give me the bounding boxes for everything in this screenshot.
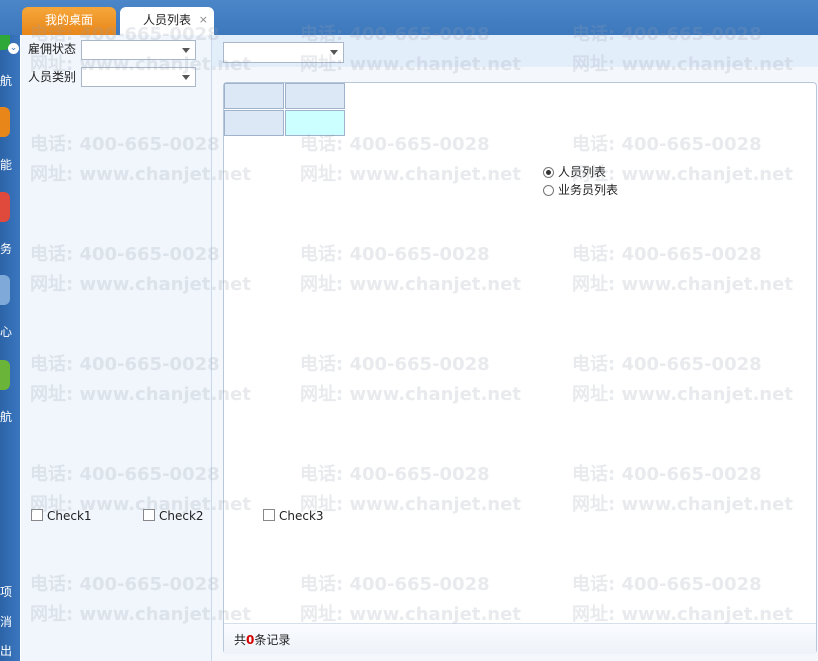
checkbox-check1[interactable]: Check1 xyxy=(31,509,92,523)
record-count-bar: 共0条记录 xyxy=(224,623,816,654)
left-navigation: ⌄ 航 能 务 心 航 项 消 出 xyxy=(0,0,20,661)
grid-cell[interactable] xyxy=(285,83,345,109)
checkbox-check3[interactable]: Check3 xyxy=(263,509,324,523)
record-count: 共0条记录 xyxy=(234,631,290,648)
nav-label-2[interactable]: 能 xyxy=(0,156,12,173)
tab-people-list-label: 人员列表 xyxy=(142,13,191,27)
close-icon[interactable]: × xyxy=(199,7,208,33)
record-count-prefix: 共 xyxy=(234,633,247,647)
nav-button-5[interactable] xyxy=(0,360,10,390)
data-grid[interactable] xyxy=(223,82,817,654)
checkbox-icon xyxy=(143,509,155,521)
nav-button-3[interactable] xyxy=(0,192,10,222)
tab-my-desktop-label: 我的桌面 xyxy=(44,13,93,27)
grid-cell[interactable] xyxy=(224,83,284,109)
tab-people-list[interactable]: 人员列表 × xyxy=(120,7,214,35)
tab-my-desktop[interactable]: 我的桌面 xyxy=(22,7,116,35)
checkbox-icon xyxy=(263,509,275,521)
checkbox-check2[interactable]: Check2 xyxy=(143,509,204,523)
employment-status-select[interactable] xyxy=(81,40,196,60)
employment-status-label: 雇佣状态 xyxy=(28,42,77,56)
collapse-toggle-icon[interactable]: ⌄ xyxy=(8,43,19,54)
chevron-down-icon xyxy=(182,75,190,80)
nav-button-4[interactable] xyxy=(0,275,10,305)
nav-button-2[interactable] xyxy=(0,107,10,137)
radio-people-list[interactable]: 人员列表 xyxy=(543,163,606,180)
grid-cell[interactable] xyxy=(224,110,284,136)
grid-cell-selected[interactable] xyxy=(285,110,345,136)
checkbox-check1-label: Check1 xyxy=(47,509,92,523)
nav-label-4[interactable]: 心 xyxy=(0,323,12,340)
record-count-suffix: 条记录 xyxy=(254,633,291,647)
nav-label-3[interactable]: 务 xyxy=(0,240,12,257)
tab-bar: 我的桌面 人员列表 × xyxy=(0,0,818,35)
filter-panel: 雇佣状态 人员类别 xyxy=(21,35,212,661)
radio-salesperson-list[interactable]: 业务员列表 xyxy=(543,181,618,198)
person-category-select[interactable] xyxy=(81,67,196,87)
radio-salesperson-list-label: 业务员列表 xyxy=(558,183,619,197)
checkbox-check2-label: Check2 xyxy=(159,509,204,523)
radio-people-list-label: 人员列表 xyxy=(558,165,607,179)
nav-label-5[interactable]: 航 xyxy=(0,408,12,425)
chevron-down-icon xyxy=(330,50,338,55)
nav-label-7[interactable]: 消 xyxy=(0,613,12,630)
main-top-select[interactable] xyxy=(223,42,344,63)
checkbox-check3-label: Check3 xyxy=(279,509,324,523)
radio-selected-icon xyxy=(543,167,554,178)
nav-label-1[interactable]: 航 xyxy=(0,72,12,89)
person-category-label: 人员类别 xyxy=(28,70,77,84)
nav-label-8[interactable]: 出 xyxy=(0,642,12,659)
chevron-down-icon xyxy=(182,48,190,53)
radio-unselected-icon xyxy=(543,185,554,196)
checkbox-icon xyxy=(31,509,43,521)
nav-label-6[interactable]: 项 xyxy=(0,583,12,600)
